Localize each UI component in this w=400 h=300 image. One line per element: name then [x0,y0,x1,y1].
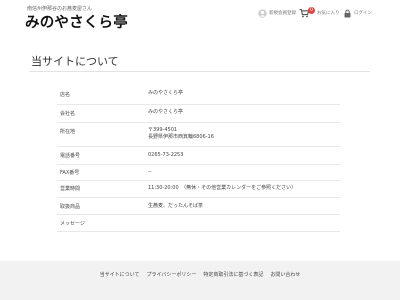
footer-nav: 当サイトについて プライバシーポリシー 特定商取引法に基づく表記 お問い合わせ [0,271,400,278]
info-row-phone: 電話番号 0265-73-2253 [57,147,340,165]
info-row-products: 取扱商品 生蕎麦、だったんそば茶 [57,198,340,215]
info-value: 0265-73-2253 [148,152,184,158]
info-row-message: メッセージ [57,215,340,232]
login-label: ログイン [354,11,372,16]
info-value: 11:30-20:00 （無休・その他営業カレンダーをご参照ください） [148,185,297,191]
info-label: FAX番号 [60,170,80,176]
info-label: 会社名 [60,111,76,117]
user-icon [258,8,267,18]
cart-link[interactable]: 0 お気に入り [299,7,340,18]
register-link-label: 新規会員登録 [269,11,296,16]
title-divider [29,71,370,72]
info-value-line2: 長野県伊那市西箕輪6806-16 [148,134,214,140]
info-row-store-name: 店名 みのやさくら亭 [57,86,340,105]
info-row-fax: FAX番号 -- [57,165,340,181]
footer-link-contact[interactable]: お問い合わせ [270,271,300,278]
page-title: 当サイトについて [31,55,119,68]
info-value: 〒399-4501 [148,127,178,133]
footer-link-legal[interactable]: 特定商取引法に基づく表記 [203,271,263,278]
footer-link-privacy[interactable]: プライバシーポリシー [146,271,196,278]
info-row-hours: 営業時間 11:30-20:00 （無休・その他営業カレンダーをご参照ください） [57,181,340,198]
info-row-company: 会社名 みのやさくら亭 [57,105,340,123]
footer-link-about[interactable]: 当サイトについて [100,271,140,278]
site-footer: 当サイトについて プライバシーポリシー 特定商取引法に基づく表記 お問い合わせ [0,261,400,300]
info-value: 生蕎麦、だったんそば茶 [148,203,204,209]
site-header: 南信州伊那谷のお蕎麦屋さん みのやさくら亭 新規会員登録 0 お気に入り ログイ… [0,0,400,40]
info-label: 取扱商品 [60,204,81,210]
info-label: 電話番号 [60,153,81,159]
info-label: 店名 [60,92,71,98]
info-row-address: 所在地 〒399-4501 長野県伊那市西箕輪6806-16 [57,123,340,147]
info-label: 所在地 [60,129,76,135]
cart-count-badge: 0 [308,7,315,14]
store-info-table: 店名 みのやさくら亭 会社名 みのやさくら亭 所在地 〒399-4501 長野県… [57,86,340,232]
info-value: -- [148,169,152,175]
info-label: メッセージ [60,221,85,227]
site-logo[interactable]: みのやさくら亭 [25,11,128,32]
favorites-label[interactable]: お気に入り [317,10,340,16]
lock-icon [344,9,351,17]
register-link[interactable]: 新規会員登録 [258,8,296,18]
info-label: 営業時間 [60,186,81,192]
info-value: みのやさくら亭 [148,109,184,115]
login-link[interactable]: ログイン [343,8,372,18]
info-value: みのやさくら亭 [148,90,184,96]
